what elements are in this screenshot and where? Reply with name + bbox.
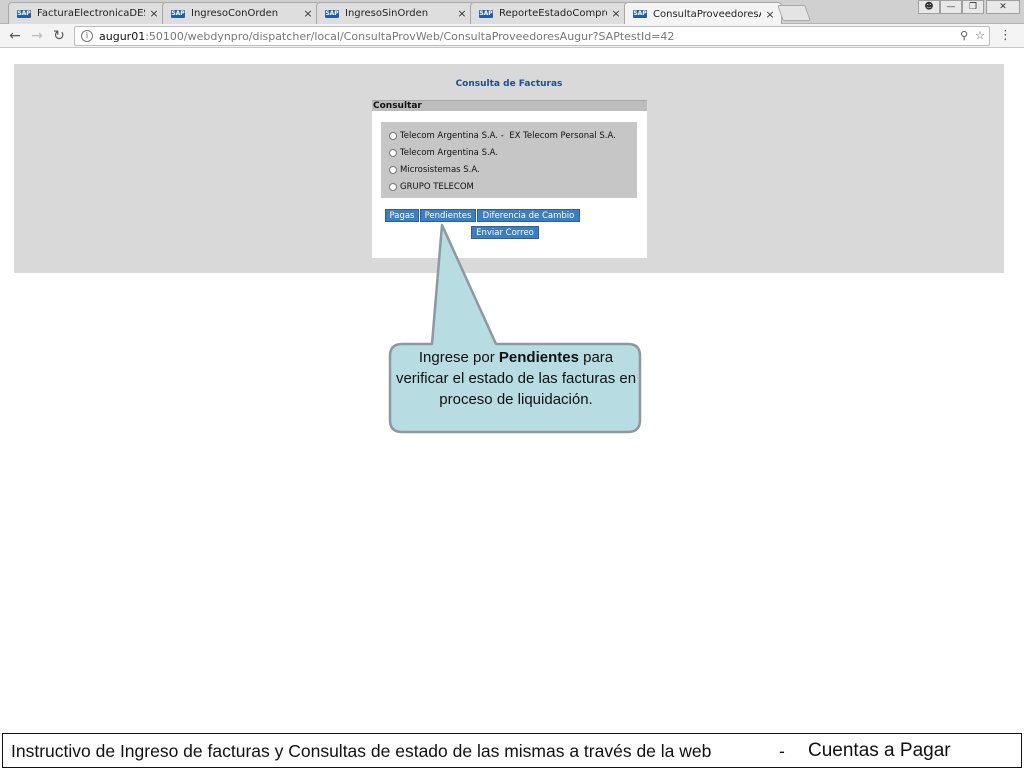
tab-factura-electronica[interactable]: SAP FacturaElectronicaDES_Q × [8, 2, 166, 24]
tab-title: IngresoSinOrden [345, 8, 429, 19]
radio-option-telecom-personal[interactable]: Telecom Argentina S.A. - EX Telecom Pers… [381, 127, 637, 144]
pendientes-button[interactable]: Pendientes [420, 209, 476, 222]
tab-strip: SAP FacturaElectronicaDES_Q × SAP Ingres… [0, 0, 1024, 25]
info-icon[interactable]: i [81, 30, 93, 42]
radio-button[interactable] [389, 148, 397, 157]
company-radio-group: Telecom Argentina S.A. - EX Telecom Pers… [381, 122, 637, 198]
pagas-button[interactable]: Pagas [385, 209, 419, 222]
sap-favicon-icon: SAP [633, 10, 647, 18]
sap-favicon-icon: SAP [325, 9, 339, 18]
tab-ingreso-con-orden[interactable]: SAP IngresoConOrden × [162, 2, 320, 24]
address-bar[interactable]: i augur01:50100/webdynpro/dispatcher/loc… [74, 26, 990, 46]
section-header: Consultar [372, 100, 647, 111]
pin-icon[interactable]: ⚲ [960, 29, 968, 42]
close-tab-icon[interactable]: × [457, 7, 467, 20]
document-footer: Instructivo de Ingreso de facturas y Con… [2, 733, 1022, 768]
url-host: augur01 [99, 29, 146, 43]
radio-label: GRUPO TELECOM [400, 181, 474, 192]
browser-toolbar: ← → ↻ i augur01:50100/webdynpro/dispatch… [0, 24, 1024, 48]
back-icon[interactable]: ← [6, 27, 24, 45]
radio-button[interactable] [389, 131, 397, 140]
footer-section: Cuentas a Pagar [808, 740, 951, 761]
user-profile-icon[interactable]: ☻ [918, 0, 940, 14]
forward-icon[interactable]: → [28, 27, 46, 45]
url-path: :50100/webdynpro/dispatcher/local/Consul… [145, 29, 675, 43]
tab-ingreso-sin-orden[interactable]: SAP IngresoSinOrden × [316, 2, 474, 24]
radio-option-microsistemas[interactable]: Microsistemas S.A. [381, 161, 637, 178]
tab-title: ConsultaProveedoresAug [653, 8, 761, 20]
minimize-icon[interactable]: — [940, 0, 962, 14]
new-tab-button[interactable] [777, 5, 811, 21]
radio-label: Telecom Argentina S.A. - EX Telecom Pers… [400, 130, 616, 141]
omnibox-actions: ⚲ ☆ [960, 29, 985, 42]
diferencia-de-cambio-button[interactable]: Diferencia de Cambio [477, 209, 580, 222]
tab-title: ReporteEstadoComproba [499, 8, 607, 19]
callout-text: Ingrese por Pendientes para verificar el… [392, 347, 640, 410]
sap-favicon-icon: SAP [17, 9, 31, 18]
reload-icon[interactable]: ↻ [50, 27, 68, 45]
close-tab-icon[interactable]: × [611, 7, 621, 20]
radio-label: Telecom Argentina S.A. [400, 147, 499, 158]
sap-favicon-icon: SAP [171, 9, 185, 18]
close-tab-icon[interactable]: × [303, 7, 313, 20]
close-tab-icon[interactable]: × [149, 7, 159, 20]
close-tab-icon[interactable]: × [765, 8, 775, 21]
tab-title: FacturaElectronicaDES_Q [37, 8, 145, 19]
radio-option-grupo-telecom[interactable]: GRUPO TELECOM [381, 178, 637, 195]
footer-title: Instructivo de Ingreso de facturas y Con… [11, 741, 712, 761]
tab-reporte-estado[interactable]: SAP ReporteEstadoComproba × [470, 2, 628, 24]
radio-label: Microsistemas S.A. [400, 164, 480, 175]
footer-separator: - [779, 741, 785, 761]
sap-favicon-icon: SAP [479, 9, 493, 18]
enviar-correo-button[interactable]: Enviar Correo [471, 226, 539, 239]
tab-title: IngresoConOrden [191, 8, 279, 19]
menu-icon[interactable]: ⋮ [999, 28, 1012, 43]
restore-icon[interactable]: ❐ [962, 0, 984, 14]
radio-button[interactable] [389, 165, 397, 174]
tab-consulta-proveedores[interactable]: SAP ConsultaProveedoresAug × [624, 2, 782, 25]
content-panel: Consulta de Facturas Consultar Telecom A… [14, 64, 1004, 273]
star-icon[interactable]: ☆ [975, 29, 985, 42]
consultar-group: Consultar Telecom Argentina S.A. - EX Te… [372, 100, 647, 258]
callout-prefix: Ingrese por [418, 349, 499, 366]
callout-emphasis: Pendientes [498, 349, 579, 366]
close-window-icon[interactable]: ✕ [986, 0, 1020, 14]
page-title: Consulta de Facturas [455, 79, 563, 89]
radio-option-telecom-argentina[interactable]: Telecom Argentina S.A. [381, 144, 637, 161]
radio-button[interactable] [389, 182, 397, 191]
